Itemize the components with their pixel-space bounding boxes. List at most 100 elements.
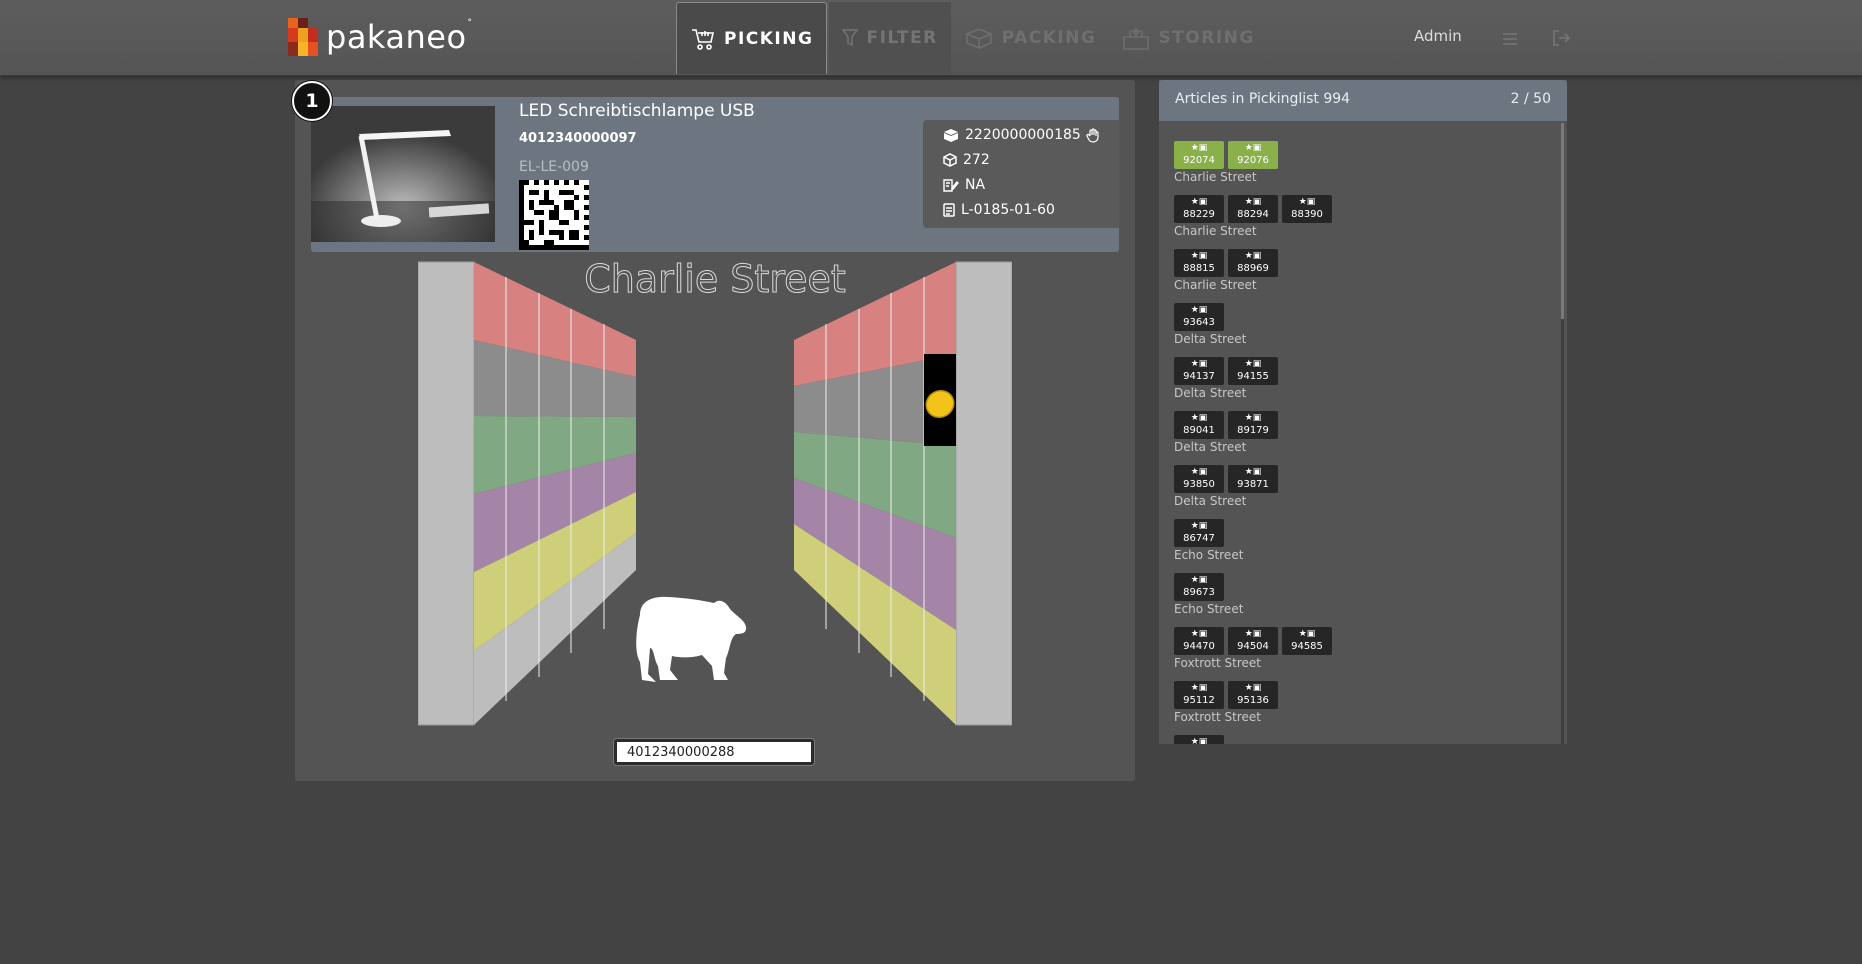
article-chip-number: 92076: [1237, 155, 1269, 166]
aisle-visualization: Charlie Street: [418, 260, 1012, 726]
article-chip[interactable]: ★▣ 88390: [1282, 195, 1332, 223]
picked-article-chip[interactable]: ★▣ 92076: [1228, 141, 1278, 169]
pickinglist-chip-row: ★▣ 94470 ★▣ 94504 ★▣ 94585: [1174, 627, 1554, 655]
article-chip[interactable]: ★▣ 88294: [1228, 195, 1278, 223]
article-chip-number: 88390: [1291, 209, 1323, 220]
pickinglist-chip-row: ★▣ 89041 ★▣ 89179: [1174, 411, 1554, 439]
logout-icon[interactable]: [1551, 28, 1571, 48]
pickinglist-chip-row: ★▣ 94137 ★▣ 94155: [1174, 357, 1554, 385]
tab-packing[interactable]: PACKING: [951, 2, 1110, 74]
pickinglist-chip-row: ★▣ 92074 ★▣ 92076: [1174, 141, 1554, 169]
pickinglist-group: ★▣ 92074 ★▣ 92076 Charlie Street: [1174, 141, 1554, 184]
pickinglist-items: ★▣ 92074 ★▣ 92076 Charlie Street ★▣ 88229 ★▣ 882…: [1174, 141, 1554, 744]
article-chip[interactable]: ★▣ 93871: [1228, 465, 1278, 493]
pickinglist-street-label: Charlie Street: [1174, 224, 1257, 238]
article-chip[interactable]: ★▣ 93850: [1174, 465, 1224, 493]
datamatrix-code: [519, 180, 589, 250]
user-name[interactable]: Admin: [1414, 27, 1462, 45]
article-chip-number: 93643: [1183, 317, 1215, 328]
article-chip-number: 95136: [1237, 695, 1269, 706]
location-tag-icon: [943, 203, 955, 217]
pickinglist-street-label: Delta Street: [1174, 386, 1247, 400]
star-box-icon: ★▣: [1190, 413, 1208, 423]
tab-packing-label: PACKING: [1001, 28, 1097, 48]
article-chip[interactable]: ★▣ 86747: [1174, 519, 1224, 547]
scan-input[interactable]: [614, 739, 814, 765]
right-rack: [794, 262, 956, 725]
star-box-icon: ★▣: [1190, 575, 1208, 585]
article-chip[interactable]: ★▣ 89041: [1174, 411, 1224, 439]
star-box-icon: ★▣: [1190, 467, 1208, 477]
article-chip[interactable]: ★▣ 95136: [1228, 681, 1278, 709]
star-box-icon: ★▣: [1190, 251, 1208, 261]
article-chip[interactable]: ★▣ 88969: [1228, 249, 1278, 277]
tab-filter[interactable]: FILTER: [829, 2, 951, 74]
article-chip[interactable]: ★▣ 94137: [1174, 357, 1224, 385]
article-chip[interactable]: ★▣ 94470: [1174, 627, 1224, 655]
article-chip[interactable]: ★▣ 89673: [1174, 573, 1224, 601]
article-chip-number: 94470: [1183, 641, 1215, 652]
article-chip[interactable]: ★▣95700: [1174, 735, 1224, 744]
star-box-icon: ★▣: [1190, 359, 1208, 369]
article-name: LED Schreibtischlampe USB: [519, 101, 755, 121]
article-chip[interactable]: ★▣ 94504: [1228, 627, 1278, 655]
left-end-shelf: [418, 261, 475, 726]
pickinglist-chip-row: ★▣ 88229 ★▣ 88294 ★▣ 88390: [1174, 195, 1554, 223]
article-chip-number: 86747: [1183, 533, 1215, 544]
logo-mark-icon: [288, 18, 318, 56]
star-box-icon: ★▣: [1190, 305, 1208, 315]
edit-note-icon: [943, 179, 959, 192]
article-chip[interactable]: ★▣ 88815: [1174, 249, 1224, 277]
star-box-icon: ★▣: [1244, 197, 1262, 207]
hamburger-menu-icon[interactable]: [1502, 31, 1518, 47]
article-chip-number: 89673: [1183, 587, 1215, 598]
tab-picking[interactable]: PICKING: [676, 2, 828, 74]
star-box-icon: ★▣: [1190, 197, 1208, 207]
article-chip[interactable]: ★▣ 93643: [1174, 303, 1224, 331]
star-box-icon: ★▣: [1190, 683, 1208, 693]
left-rack: [474, 262, 636, 725]
hand-icon[interactable]: [1086, 127, 1100, 143]
pickinglist-group: ★▣ 95112 ★▣ 95136 Foxtrott Street: [1174, 681, 1554, 724]
picked-article-chip[interactable]: ★▣ 92074: [1174, 141, 1224, 169]
pakaneo-logo[interactable]: pakaneo°: [288, 18, 473, 56]
batch-row: NA: [943, 177, 985, 193]
star-box-icon: ★▣: [1244, 467, 1262, 477]
article-chip-number: 93850: [1183, 479, 1215, 490]
pickinglist-group: ★▣ 93850 ★▣ 93871 Delta Street: [1174, 465, 1554, 508]
article-chip[interactable]: ★▣ 95112: [1174, 681, 1224, 709]
article-chip[interactable]: ★▣ 94585: [1282, 627, 1332, 655]
pickinglist-group: ★▣95700: [1174, 735, 1554, 744]
filter-icon: [842, 29, 859, 47]
top-navbar: pakaneo° PICKING FILTER PACKING STORING …: [0, 0, 1862, 76]
star-box-icon: ★▣: [1190, 629, 1208, 639]
pickinglist-header: Articles in Pickinglist 994 2 / 50: [1159, 80, 1567, 121]
pickinglist-group: ★▣ 88815 ★▣ 88969 Charlie Street: [1174, 249, 1554, 292]
pickinglist-street-label: Delta Street: [1174, 332, 1247, 346]
star-box-icon: ★▣: [1244, 629, 1262, 639]
pickinglist-chip-row: ★▣95700: [1174, 735, 1554, 744]
batch-value: NA: [965, 177, 986, 193]
pickinglist-group: ★▣ 89673 Echo Street: [1174, 573, 1554, 616]
pickinglist-progress: 2 / 50: [1510, 91, 1551, 107]
article-chip-number: 88294: [1237, 209, 1269, 220]
cube-icon: [943, 153, 957, 167]
tab-storing[interactable]: STORING: [1109, 2, 1267, 74]
quantity-value: 272: [963, 152, 990, 168]
aisle-street-label: Charlie Street: [584, 260, 846, 301]
article-chip[interactable]: ★▣ 94155: [1228, 357, 1278, 385]
pickinglist-street-label: Foxtrott Street: [1174, 656, 1261, 670]
article-chip-number: 93871: [1237, 479, 1269, 490]
pickinglist-scroll-thumb[interactable]: [1561, 123, 1564, 319]
article-chip[interactable]: ★▣ 89179: [1228, 411, 1278, 439]
article-chip-number: 94137: [1183, 371, 1215, 382]
pickinglist-street-label: Echo Street: [1174, 548, 1244, 562]
article-card: LED Schreibtischlampe USB 4012340000097 …: [311, 97, 1119, 252]
article-chip-number: 88815: [1183, 263, 1215, 274]
pickinglist-chip-row: ★▣ 95112 ★▣ 95136: [1174, 681, 1554, 709]
article-chip-number: 89041: [1183, 425, 1215, 436]
article-chip-number: 92074: [1183, 155, 1215, 166]
pickinglist-group: ★▣ 94470 ★▣ 94504 ★▣ 94585 Foxtrott Street: [1174, 627, 1554, 670]
pickinglist-group: ★▣ 89041 ★▣ 89179 Delta Street: [1174, 411, 1554, 454]
article-chip[interactable]: ★▣ 88229: [1174, 195, 1224, 223]
